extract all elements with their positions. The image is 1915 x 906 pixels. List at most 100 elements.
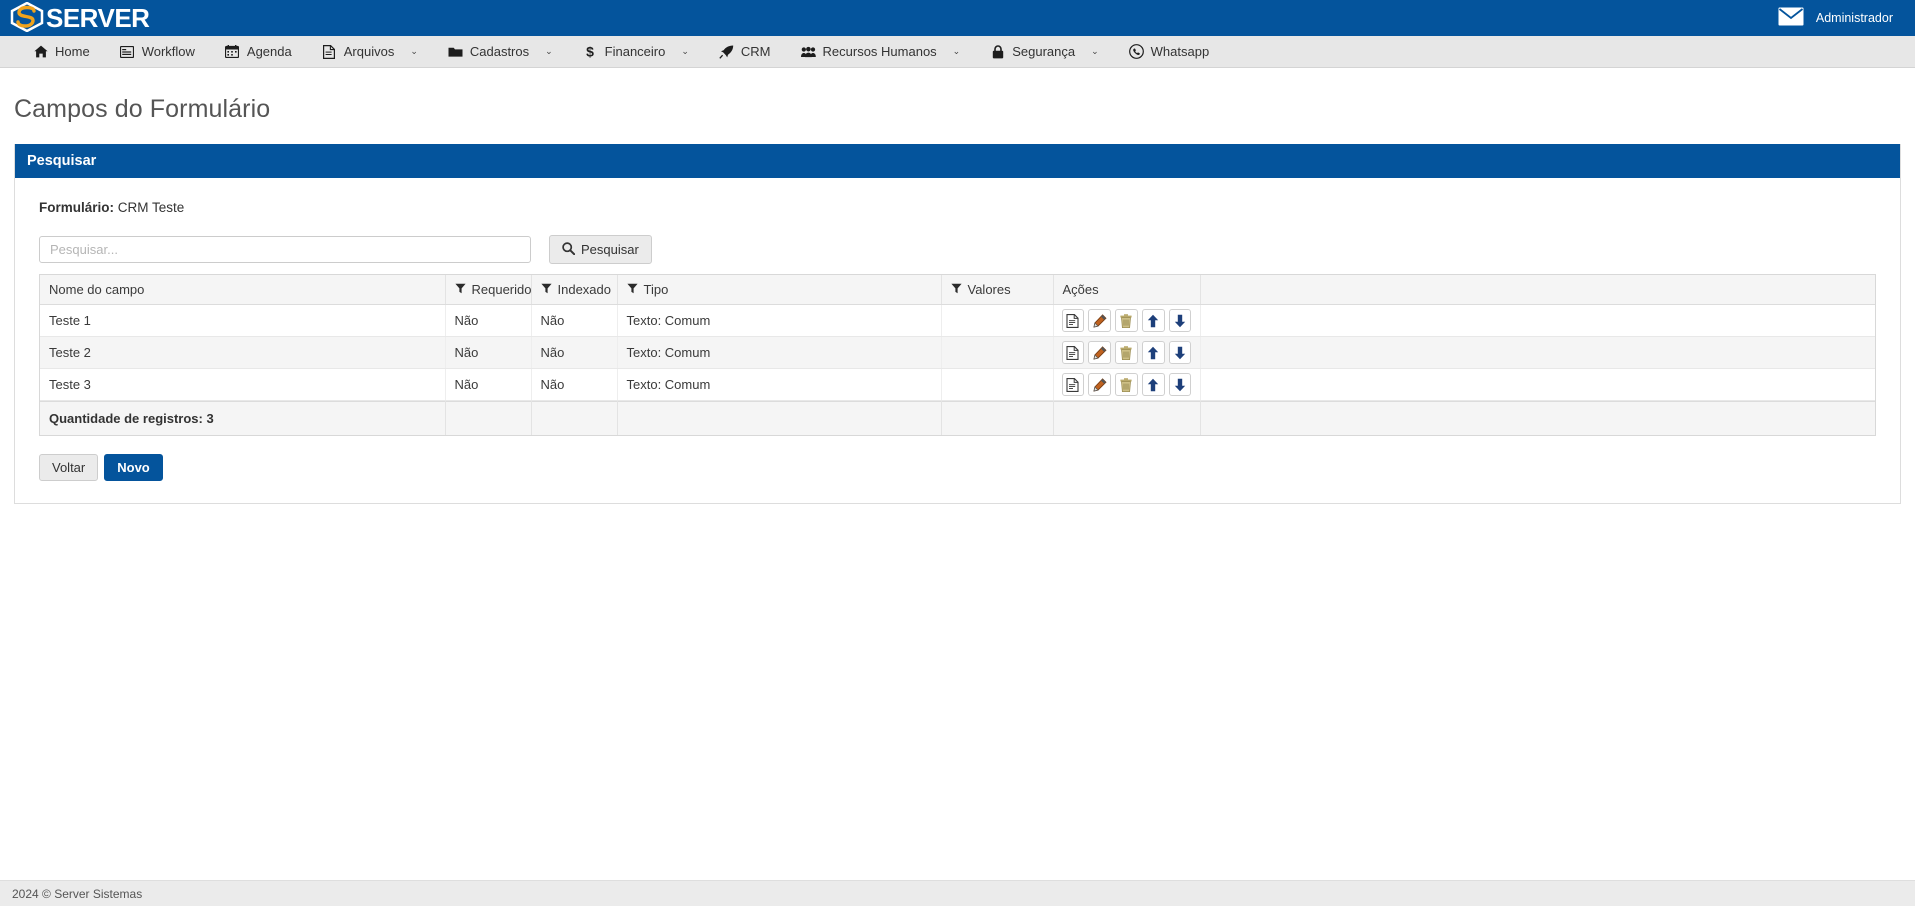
column-header-requerido[interactable]: Requerido [445,275,532,305]
search-panel: Pesquisar Formulário: CRM Teste Pesquisa… [14,144,1901,504]
nav-item-recursos-humanos[interactable]: Recursos Humanos ⌄ [786,36,976,67]
cell-tipo: Texto: Comum [617,336,942,369]
move-up-action-button[interactable] [1141,373,1165,396]
grid-header-row: Nome do campo Requerido Indexado Tipo Va… [40,275,1875,305]
nav-item-arquivos[interactable]: Arquivos ⌄ [307,36,433,67]
footer-cell-indexado [531,401,618,435]
search-row: Pesquisar [39,235,1888,264]
folder-icon [448,46,463,58]
cell-nome-do-campo: Teste 3 [40,368,446,401]
cell-valores [941,305,1054,337]
cell-tipo: Texto: Comum [617,305,942,337]
cell-acoes [1053,305,1201,337]
row-action-group [1061,373,1192,396]
top-brand-bar: SERVER Administrador [0,0,1915,36]
nav-item-financeiro[interactable]: $ Financeiro ⌄ [568,36,704,67]
cell-tipo: Texto: Comum [617,368,942,401]
nav-item-crm-label: CRM [740,44,771,59]
calendar-icon [225,45,240,58]
nav-item-seguranca[interactable]: Segurança ⌄ [975,36,1113,67]
nav-item-crm[interactable]: CRM [704,36,786,67]
search-button[interactable]: Pesquisar [549,235,652,264]
grid-body-scroll-area[interactable]: Teste 1 Não Não Texto: Comum Teste 2 Não… [40,305,1875,401]
delete-action-button[interactable] [1115,309,1138,332]
cell-requerido: Não [445,305,532,337]
cell-nome-do-campo: Teste 1 [40,305,446,337]
nav-item-home[interactable]: Home [18,36,105,67]
column-label: Nome do campo [49,282,145,297]
column-header-tipo[interactable]: Tipo [617,275,942,305]
nav-item-cadastros[interactable]: Cadastros ⌄ [433,36,568,67]
column-label: Ações [1062,282,1099,297]
move-up-action-button[interactable] [1141,341,1165,364]
cell-valores [941,336,1054,369]
chevron-down-icon[interactable]: ⌄ [410,47,418,56]
footer-cell-valores [941,401,1054,435]
nav-item-whatsapp[interactable]: Whatsapp [1114,36,1225,67]
cell-indexado: Não [531,336,618,369]
back-button[interactable]: Voltar [39,454,99,481]
move-down-action-button[interactable] [1168,309,1192,332]
filter-icon[interactable] [540,282,552,297]
table-row[interactable]: Teste 1 Não Não Texto: Comum [40,305,1875,337]
nav-item-workflow-label: Workflow [141,44,195,59]
brand-name: SERVER [46,3,150,33]
view-document-action-button[interactable] [1061,341,1085,364]
view-document-action-button[interactable] [1061,309,1085,332]
chevron-down-icon[interactable]: ⌄ [1091,47,1099,56]
page-title: Campos do Formulário [14,95,271,123]
table-row[interactable]: Teste 2 Não Não Texto: Comum [40,336,1875,369]
brand-logo-area[interactable]: SERVER [10,1,150,35]
move-down-action-button[interactable] [1168,341,1192,364]
formulario-label: Formulário: [39,200,115,215]
user-name-label[interactable]: Administrador [1816,11,1893,25]
filter-icon[interactable] [950,282,962,297]
delete-action-button[interactable] [1115,341,1138,364]
chevron-down-icon[interactable]: ⌄ [953,47,961,56]
column-header-valores[interactable]: Valores [941,275,1054,305]
move-down-action-button[interactable] [1168,373,1192,396]
cell-indexado: Não [531,368,618,401]
search-input[interactable] [39,236,531,263]
envelope-icon[interactable] [1778,7,1804,29]
search-icon [562,242,576,257]
move-up-action-button[interactable] [1141,309,1165,332]
panel-body: Formulário: CRM Teste Pesquisar... Pesqu… [15,178,1900,503]
cell-spacer [1200,368,1875,401]
column-header-indexado[interactable]: Indexado [531,275,618,305]
whatsapp-icon [1128,44,1144,59]
footer-cell-tipo [617,401,942,435]
edit-action-button[interactable] [1088,341,1112,364]
column-label: Valores [967,282,1011,297]
edit-action-button[interactable] [1088,373,1112,396]
topbar-right-area: Administrador [1778,7,1893,29]
edit-action-button[interactable] [1088,309,1112,332]
search-button-label: Pesquisar [581,242,639,257]
column-header-spacer [1200,275,1875,305]
table-row[interactable]: Teste 3 Não Não Texto: Comum [40,368,1875,401]
cell-requerido: Não [445,368,532,401]
new-button[interactable]: Novo [104,454,163,481]
filter-icon[interactable] [454,282,466,297]
lock-icon [990,44,1005,59]
column-label: Requerido [471,282,532,297]
chevron-down-icon[interactable]: ⌄ [681,47,689,56]
filter-icon[interactable] [626,282,638,297]
formulario-value: CRM Teste [117,200,185,215]
nav-item-label: Financeiro [604,44,666,59]
nav-item-label: Arquivos [343,44,395,59]
form-action-buttons: Voltar Novo [39,454,1876,481]
column-label: Indexado [557,282,612,297]
fields-grid: Nome do campo Requerido Indexado Tipo Va… [39,274,1876,436]
view-document-action-button[interactable] [1061,373,1085,396]
cell-spacer [1200,336,1875,369]
cell-requerido: Não [445,336,532,369]
column-header-nome-do-campo[interactable]: Nome do campo [40,275,446,305]
column-label: Tipo [643,282,669,297]
nav-item-agenda[interactable]: Agenda [210,36,307,67]
nav-item-label: Cadastros [469,44,530,59]
delete-action-button[interactable] [1115,373,1138,396]
grid-footer-table: Quantidade de registros: 3 [40,401,1875,435]
nav-item-workflow[interactable]: Workflow [105,36,210,67]
chevron-down-icon[interactable]: ⌄ [545,47,553,56]
